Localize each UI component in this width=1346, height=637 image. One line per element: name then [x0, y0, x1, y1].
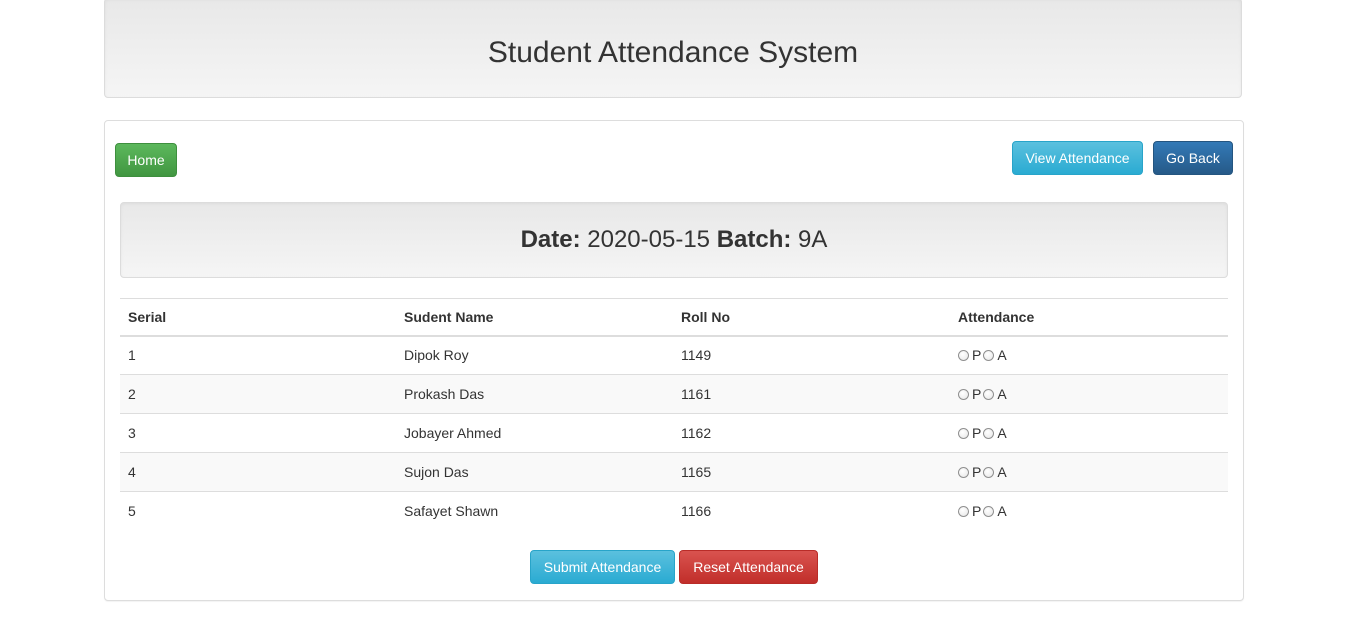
absent-label: A: [997, 347, 1007, 364]
roll-cell: 1149: [673, 335, 950, 375]
student-name-cell: Prokash Das: [396, 374, 673, 414]
go-back-button[interactable]: Go Back: [1153, 141, 1233, 175]
present-radio[interactable]: [958, 350, 969, 362]
roll-cell: 1162: [673, 413, 950, 453]
attendance-table: Serial Sudent Name Roll No Attendance 1 …: [120, 298, 1228, 531]
batch-value: 9A: [798, 226, 828, 253]
present-label: P: [972, 464, 982, 480]
absent-radio[interactable]: [983, 350, 995, 362]
absent-label: A: [997, 386, 1007, 402]
absent-radio[interactable]: [983, 428, 995, 439]
reset-attendance-button[interactable]: Reset Attendance: [679, 550, 818, 584]
present-radio[interactable]: [958, 389, 969, 400]
absent-label: A: [997, 464, 1007, 480]
student-name-cell: Jobayer Ahmed: [396, 413, 673, 453]
table-header-row: Serial Sudent Name Roll No Attendance: [120, 298, 1228, 337]
date-batch-banner: Date: 2020-05-15 Batch: 9A: [120, 202, 1228, 278]
present-label: P: [972, 386, 982, 402]
serial-cell: 4: [120, 452, 396, 492]
date-label: Date:: [520, 226, 581, 253]
absent-radio[interactable]: [983, 506, 995, 518]
absent-radio[interactable]: [983, 467, 995, 478]
absent-label: A: [997, 425, 1007, 441]
table-row: 4 Sujon Das 1165 PA: [120, 452, 1228, 492]
attendance-cell: PA: [950, 335, 1228, 375]
absent-radio[interactable]: [983, 389, 995, 400]
serial-cell: 1: [120, 335, 396, 375]
table-row: 5 Safayet Shawn 1166 PA: [120, 491, 1228, 531]
student-name-cell: Dipok Roy: [396, 335, 673, 375]
table-row: 1 Dipok Roy 1149 PA: [120, 335, 1228, 375]
present-label: P: [972, 503, 982, 520]
attendance-cell: PA: [950, 413, 1228, 453]
present-label: P: [972, 425, 982, 441]
present-radio[interactable]: [958, 428, 969, 439]
table-row: 2 Prokash Das 1161 PA: [120, 374, 1228, 414]
page-header: Student Attendance System: [104, 0, 1242, 98]
serial-cell: 5: [120, 491, 396, 531]
serial-cell: 3: [120, 413, 396, 453]
table-row: 3 Jobayer Ahmed 1162 PA: [120, 413, 1228, 453]
column-header-attendance: Attendance: [950, 298, 1228, 337]
date-value: 2020-05-15: [587, 226, 711, 253]
attendance-cell: PA: [950, 452, 1228, 492]
page-title: Student Attendance System: [487, 36, 859, 69]
present-label: P: [972, 347, 982, 364]
attendance-panel: Home View Attendance Go Back Date: 2020-…: [104, 120, 1244, 601]
view-attendance-button[interactable]: View Attendance: [1012, 141, 1143, 175]
batch-label: Batch:: [716, 226, 792, 253]
submit-attendance-button[interactable]: Submit Attendance: [530, 550, 675, 584]
roll-cell: 1161: [673, 374, 950, 414]
home-button[interactable]: Home: [115, 143, 177, 177]
present-radio[interactable]: [958, 506, 969, 518]
absent-label: A: [997, 503, 1007, 520]
column-header-roll: Roll No: [673, 298, 950, 337]
column-header-serial: Serial: [120, 298, 396, 337]
serial-cell: 2: [120, 374, 396, 414]
roll-cell: 1165: [673, 452, 950, 492]
roll-cell: 1166: [673, 491, 950, 531]
present-radio[interactable]: [958, 467, 969, 478]
student-name-cell: Sujon Das: [396, 452, 673, 492]
column-header-name: Sudent Name: [396, 298, 673, 337]
attendance-cell: PA: [950, 374, 1228, 414]
attendance-cell: PA: [950, 491, 1228, 531]
student-name-cell: Safayet Shawn: [396, 491, 673, 531]
